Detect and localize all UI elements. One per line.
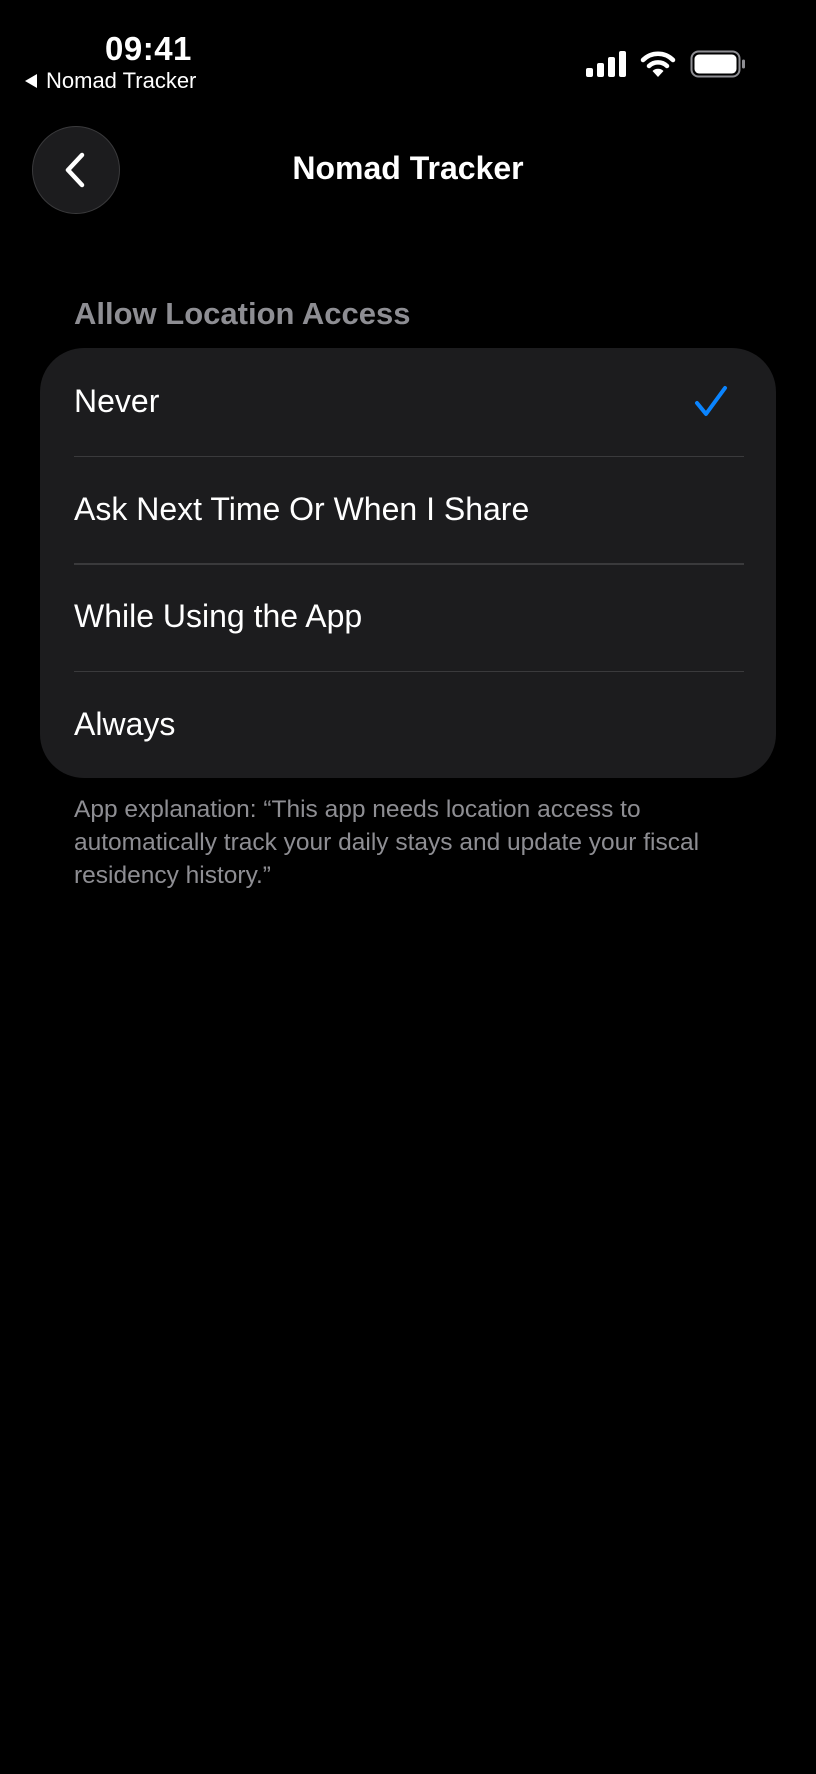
status-back-to-app[interactable]: Nomad Tracker [25,68,196,94]
location-options-list: Never Ask Next Time Or When I Share Whil… [40,348,776,778]
page-title: Nomad Tracker [292,150,524,186]
option-label: Always [74,705,176,742]
cellular-signal-icon [586,51,626,77]
wifi-icon [640,51,676,77]
section-header: Allow Location Access [74,296,411,331]
option-ask-next-time[interactable]: Ask Next Time Or When I Share [40,455,776,564]
battery-icon [690,50,745,78]
status-time: 09:41 [105,30,192,67]
option-never[interactable]: Never [40,348,776,456]
option-label: Ask Next Time Or When I Share [74,490,530,527]
checkmark-icon [695,385,727,416]
status-icons [586,50,746,78]
status-back-label: Nomad Tracker [46,68,197,93]
back-triangle-icon [25,74,37,88]
option-label: Never [74,383,160,420]
option-label: While Using the App [74,598,363,635]
option-always[interactable]: Always [40,670,776,779]
option-while-using[interactable]: While Using the App [40,563,776,671]
app-explanation: App explanation: “This app needs locatio… [74,796,700,889]
